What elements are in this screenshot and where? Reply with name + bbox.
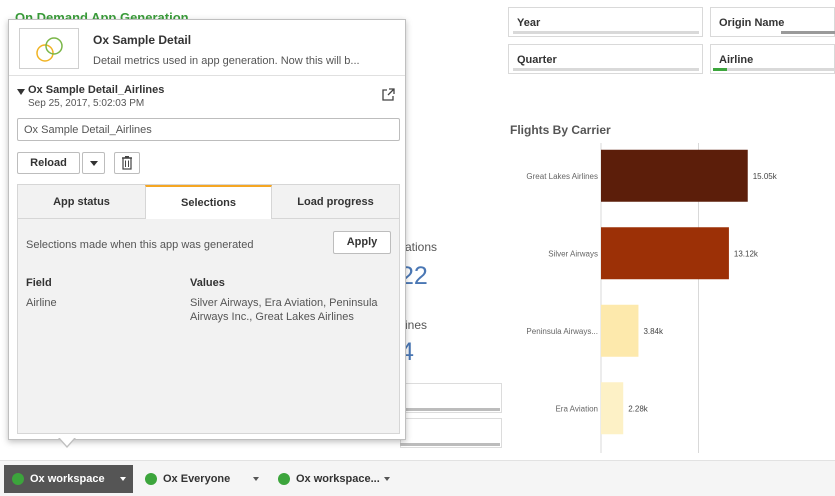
filter-airline-bar xyxy=(727,68,834,71)
filter-quarter-bar xyxy=(513,68,699,71)
workspace-bar: Ox workspace Ox Everyone Ox workspace... xyxy=(0,460,835,496)
instance-name[interactable]: Ox Sample Detail_Airlines xyxy=(28,84,164,96)
values-line-1: Silver Airways, Era Aviation, Peninsula xyxy=(190,297,378,309)
app-name-input[interactable] xyxy=(17,118,400,141)
filter-quarter-label: Quarter xyxy=(517,54,557,66)
kpi-label-1: ations xyxy=(405,240,438,254)
delete-button[interactable] xyxy=(114,152,140,174)
tab-selections[interactable]: Selections xyxy=(145,185,272,219)
field-cell: Airline xyxy=(26,297,57,309)
bar-0[interactable] xyxy=(601,149,748,202)
reload-button[interactable]: Reload xyxy=(17,152,80,174)
workspace-label: Ox workspace... xyxy=(296,473,380,485)
selections-content: Selections made when this app was genera… xyxy=(18,219,399,433)
values-cell: Silver Airways, Era Aviation, Peninsula … xyxy=(190,296,378,324)
category-label-2: Peninsula Airways... xyxy=(526,327,598,336)
workspace-label: Ox Everyone xyxy=(163,473,231,485)
tab-load-progress[interactable]: Load progress xyxy=(272,185,399,219)
filter-quarter[interactable]: Quarter xyxy=(508,44,703,74)
popup-pointer-fill xyxy=(59,437,75,446)
filter-airline-label: Airline xyxy=(719,54,754,66)
bar-3[interactable] xyxy=(601,382,624,435)
workspace-tab-ox-workspace[interactable]: Ox workspace xyxy=(4,465,133,493)
tab-bar: App status Selections Load progress xyxy=(18,185,399,219)
trash-icon xyxy=(122,156,132,170)
workspace-status-icon xyxy=(278,473,290,485)
workspace-label: Ox workspace xyxy=(30,473,105,485)
popup-app-description: Detail metrics used in app generation. N… xyxy=(93,55,360,67)
category-label-0: Great Lakes Airlines xyxy=(526,172,598,181)
open-app-icon[interactable] xyxy=(381,88,395,102)
selections-description: Selections made when this app was genera… xyxy=(26,239,254,251)
kpi-label-2: ines xyxy=(405,318,428,332)
reload-dropdown-button[interactable] xyxy=(82,152,105,174)
values-column-header: Values xyxy=(190,277,225,289)
value-label-3: 2.28k xyxy=(628,404,649,413)
app-details-popup: Ox Sample Detail Detail metrics used in … xyxy=(8,19,406,440)
tab-app-status[interactable]: App status xyxy=(18,185,145,219)
flights-by-carrier-chart: Great Lakes Airlines 15.05k Silver Airways… xyxy=(526,143,778,453)
filter-airline[interactable]: Airline xyxy=(710,44,835,74)
popup-app-title: Ox Sample Detail xyxy=(93,33,192,47)
filter-origin-name-bar xyxy=(781,31,835,34)
value-label-2: 3.84k xyxy=(643,327,664,336)
bg-filter-track-1 xyxy=(400,408,500,411)
chevron-down-icon xyxy=(90,161,98,166)
category-label-1: Silver Airways xyxy=(548,249,598,258)
instance-date: Sep 25, 2017, 5:02:03 PM xyxy=(28,98,145,109)
value-label-0: 15.05k xyxy=(753,172,778,181)
filter-airline-selected-bar xyxy=(713,68,727,71)
value-label-1: 13.12k xyxy=(734,249,759,258)
popup-header: Ox Sample Detail Detail metrics used in … xyxy=(9,20,405,76)
bar-2[interactable] xyxy=(601,304,639,357)
values-line-2: Airways Inc., Great Lakes Airlines xyxy=(190,311,354,323)
workspace-tab-ox-workspace-2[interactable]: Ox workspace... xyxy=(270,465,399,493)
category-label-3: Era Aviation xyxy=(555,404,598,413)
filter-year-bar xyxy=(513,31,699,34)
app-root: On Demand App Generation Year Origin Nam… xyxy=(0,0,835,496)
filter-origin-name-label: Origin Name xyxy=(719,17,785,29)
chart-title: Flights By Carrier xyxy=(510,123,611,137)
app-logo-icon xyxy=(19,28,79,69)
collapse-arrow-icon[interactable] xyxy=(17,89,25,95)
bg-filter-track-2 xyxy=(400,443,500,446)
apply-button[interactable]: Apply xyxy=(333,231,391,254)
workspace-status-icon xyxy=(12,473,24,485)
workspace-tab-ox-everyone[interactable]: Ox Everyone xyxy=(137,465,266,493)
chevron-down-icon[interactable] xyxy=(384,477,390,481)
field-column-header: Field xyxy=(26,277,52,289)
filter-year-label: Year xyxy=(517,17,541,29)
workspace-status-icon xyxy=(145,473,157,485)
filter-year[interactable]: Year xyxy=(508,7,703,37)
details-tab-panel: App status Selections Load progress Sele… xyxy=(17,184,400,434)
chevron-down-icon[interactable] xyxy=(120,477,126,481)
chevron-down-icon[interactable] xyxy=(253,477,259,481)
bar-1[interactable] xyxy=(601,227,729,280)
filter-origin-name[interactable]: Origin Name xyxy=(710,7,835,37)
